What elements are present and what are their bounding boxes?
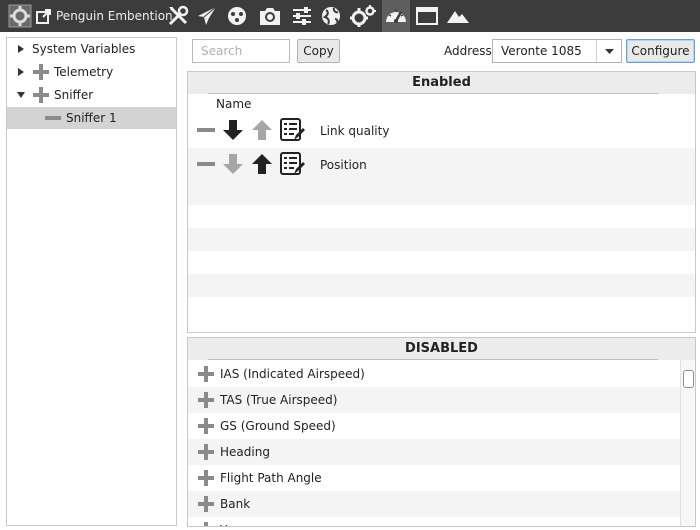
edit-list-icon[interactable] [279, 151, 305, 180]
tree-item-label: Telemetry [54, 65, 114, 79]
disabled-row[interactable]: Yaw [188, 517, 682, 526]
globe-icon[interactable] [318, 0, 344, 32]
column-header-name: Name [216, 97, 252, 111]
enabled-header: Enabled [188, 72, 695, 94]
app-title: Penguin Embention [56, 9, 173, 23]
add-icon[interactable] [198, 418, 214, 434]
move-down-icon[interactable] [221, 152, 245, 179]
external-link-icon[interactable] [35, 0, 53, 32]
variable-name: Flight Path Angle [220, 471, 322, 485]
variable-name: Heading [220, 445, 270, 459]
add-icon[interactable] [198, 444, 214, 460]
remove-icon[interactable] [196, 120, 216, 143]
collapse-arrow-icon[interactable] [16, 90, 26, 100]
camera-icon[interactable] [256, 0, 284, 32]
address-label: Address [444, 44, 492, 58]
tree-item-system-variables[interactable]: System Variables [7, 38, 176, 60]
tree-item-sniffer-1[interactable]: Sniffer 1 [7, 107, 176, 129]
variable-name: TAS (True Airspeed) [220, 393, 338, 407]
terrain-icon[interactable] [444, 0, 472, 32]
enabled-title: Enabled [412, 75, 471, 90]
empty-row [188, 182, 695, 205]
address-select[interactable]: Veronte 1085 [492, 39, 622, 63]
move-up-icon[interactable] [250, 118, 274, 145]
header-divider [208, 359, 658, 360]
disabled-row[interactable]: TAS (True Airspeed) [188, 387, 682, 413]
move-up-icon[interactable] [250, 152, 274, 179]
disabled-title: DISABLED [405, 341, 478, 356]
settings-icon[interactable] [6, 0, 34, 32]
enabled-row[interactable]: Position [188, 148, 695, 182]
add-icon[interactable] [198, 366, 214, 382]
enabled-row[interactable]: Link quality [188, 114, 695, 148]
add-icon[interactable] [198, 392, 214, 408]
gears-icon[interactable] [348, 0, 378, 32]
add-icon[interactable] [198, 496, 214, 512]
minus-icon [45, 116, 61, 120]
tree-item-label: Sniffer 1 [66, 111, 117, 125]
top-toolbar: Penguin Embention [0, 0, 700, 32]
airplane-icon[interactable] [194, 0, 220, 32]
variable-name: IAS (Indicated Airspeed) [220, 367, 365, 381]
remove-icon[interactable] [196, 154, 216, 177]
disabled-row[interactable]: Heading [188, 439, 682, 465]
scrollbar-thumb[interactable] [683, 370, 694, 388]
disabled-row[interactable]: IAS (Indicated Airspeed) [188, 361, 682, 387]
empty-row [188, 297, 695, 320]
add-icon[interactable] [198, 522, 214, 526]
window-icon[interactable] [414, 0, 440, 32]
tree-item-sniffer[interactable]: Sniffer [7, 84, 176, 106]
header-divider [208, 93, 658, 94]
expand-arrow-icon[interactable] [16, 44, 26, 54]
plus-icon [33, 64, 49, 80]
gauge-icon[interactable] [382, 0, 410, 32]
expand-arrow-icon[interactable] [16, 67, 26, 77]
variable-name: Yaw [220, 517, 243, 526]
empty-row [188, 228, 695, 251]
disabled-row[interactable]: GS (Ground Speed) [188, 413, 682, 439]
edit-list-icon[interactable] [279, 117, 305, 146]
sliders-icon[interactable] [289, 0, 315, 32]
chevron-down-icon[interactable] [596, 40, 621, 62]
empty-row [188, 251, 695, 274]
address-value: Veronte 1085 [501, 44, 582, 58]
search-input[interactable] [192, 39, 290, 63]
variable-name: GS (Ground Speed) [220, 419, 336, 433]
variable-name: Link quality [320, 124, 390, 138]
disabled-panel: DISABLED IAS (Indicated Airspeed) TAS (T… [187, 337, 696, 527]
add-icon[interactable] [198, 470, 214, 486]
move-down-icon[interactable] [221, 118, 245, 145]
variable-name: Bank [220, 497, 251, 511]
disabled-row[interactable]: Flight Path Angle [188, 465, 682, 491]
empty-row [188, 274, 695, 297]
disabled-header: DISABLED [188, 338, 695, 360]
copy-button[interactable]: Copy [297, 39, 340, 63]
tools-icon[interactable] [165, 0, 191, 32]
tree-panel: System Variables Telemetry Sniffer Sniff… [6, 37, 177, 526]
tree-item-label: Sniffer [54, 88, 94, 102]
joystick-icon[interactable] [224, 0, 250, 32]
variable-name: Position [320, 158, 367, 172]
empty-row [188, 205, 695, 228]
vertical-scrollbar[interactable] [680, 360, 695, 526]
enabled-panel: Enabled Name Link quality Position [187, 71, 696, 333]
disabled-row[interactable]: Bank [188, 491, 682, 517]
plus-icon [33, 87, 49, 103]
tree-item-telemetry[interactable]: Telemetry [7, 61, 176, 83]
tree-item-label: System Variables [32, 42, 136, 56]
configure-button[interactable]: Configure [626, 39, 695, 63]
